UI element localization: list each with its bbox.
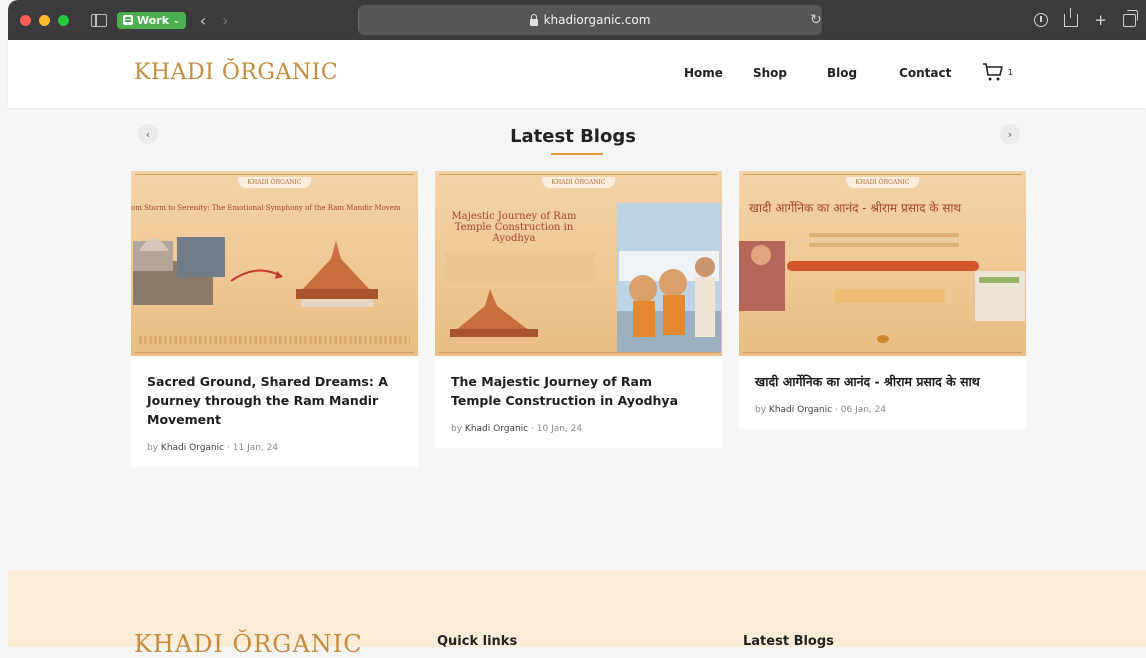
meta-date: 11 Jan, 24 xyxy=(232,443,279,453)
downloads-icon[interactable] xyxy=(1034,13,1049,27)
slider-next-button[interactable]: › xyxy=(1000,124,1020,144)
thumb-caption xyxy=(139,336,410,344)
cart-count-badge: 1 xyxy=(1008,68,1014,77)
blog-thumbnail[interactable]: KHADI ŎRGANIC om Storm to Serenity: The … xyxy=(131,171,418,356)
tab-overview-icon[interactable] xyxy=(1123,9,1138,27)
blog-card[interactable]: KHADI ŎRGANIC om Storm to Serenity: The … xyxy=(131,171,418,467)
meta-separator: · xyxy=(531,424,534,434)
minimize-window-button[interactable] xyxy=(39,14,50,26)
card-body: Sacred Ground, Shared Dreams: A Journey … xyxy=(131,356,418,467)
new-tab-icon[interactable]: + xyxy=(1094,11,1107,29)
meta-date: 06 Jan, 24 xyxy=(840,405,887,415)
main-nav: Home Shop Blog Contact xyxy=(684,66,951,80)
thumb-illustration xyxy=(133,237,378,307)
blog-card-title[interactable]: Sacred Ground, Shared Dreams: A Journey … xyxy=(147,372,402,429)
blog-card[interactable]: KHADI ŎRGANIC Majestic Journey of Ram Te… xyxy=(435,171,722,448)
meta-by: by xyxy=(755,405,767,415)
nav-shop[interactable]: Shop xyxy=(753,66,787,80)
blog-card-title[interactable]: The Majestic Journey of Ram Temple Const… xyxy=(451,372,706,410)
thumb-illustration xyxy=(445,203,721,353)
meta-by: by xyxy=(451,424,463,434)
card-body: खादी आर्गेनिक का आनंद - श्रीराम प्रसाद क… xyxy=(739,356,1026,429)
browser-toolbar: Work ⌄ ‹ › khadiorganic.com ↻ + xyxy=(8,0,1146,40)
thumb-illustration xyxy=(739,233,1025,343)
meta-author[interactable]: Khadi Organic xyxy=(465,424,528,434)
back-button[interactable]: ‹ xyxy=(200,11,206,30)
share-icon[interactable] xyxy=(1064,7,1079,27)
title-underline xyxy=(551,153,603,155)
thumb-border xyxy=(135,352,414,353)
meta-by: by xyxy=(147,443,159,453)
thumb-border xyxy=(439,352,718,353)
section-title: Latest Blogs xyxy=(510,126,636,147)
sidebar-toggle-icon[interactable] xyxy=(91,13,107,27)
tab-group-button[interactable]: Work ⌄ xyxy=(117,11,186,29)
card-body: The Majestic Journey of Ram Temple Const… xyxy=(435,356,722,448)
meta-date: 10 Jan, 24 xyxy=(536,424,583,434)
address-bar[interactable]: khadiorganic.com ↻ xyxy=(358,5,822,35)
nav-blog[interactable]: Blog xyxy=(827,66,857,80)
blog-thumbnail[interactable]: KHADI ŎRGANIC खादी आर्गेनिक का आनंद - श्… xyxy=(739,171,1026,356)
tab-group-icon xyxy=(123,15,133,25)
lock-icon xyxy=(529,13,538,26)
footer-logo[interactable]: KHADI ŎRGANIC xyxy=(134,630,363,658)
tab-group-label: Work xyxy=(137,13,170,27)
site-header: KHADI ŎRGANIC Home Shop Blog Contact 1 xyxy=(8,40,1146,108)
thumb-border xyxy=(743,352,1022,353)
nav-home[interactable]: Home xyxy=(684,66,723,80)
chevron-right-icon: › xyxy=(1007,127,1013,141)
meta-separator: · xyxy=(835,405,838,415)
meta-author[interactable]: Khadi Organic xyxy=(769,405,832,415)
site-footer: KHADI ŎRGANIC Quick links Latest Blogs xyxy=(8,570,1146,658)
blog-card-title[interactable]: खादी आर्गेनिक का आनंद - श्रीराम प्रसाद क… xyxy=(755,372,1010,391)
chevron-down-icon: ⌄ xyxy=(173,15,180,25)
window-controls xyxy=(20,14,69,26)
reload-icon[interactable]: ↻ xyxy=(810,12,822,28)
site-logo[interactable]: KHADI ŎRGANIC xyxy=(134,60,338,85)
toolbar-actions: + xyxy=(1034,0,1138,40)
zoom-window-button[interactable] xyxy=(58,14,69,26)
blog-thumbnail[interactable]: KHADI ŎRGANIC Majestic Journey of Ram Te… xyxy=(435,171,722,356)
blog-card-meta: by Khadi Organic · 11 Jan, 24 xyxy=(147,443,402,453)
cart-icon[interactable] xyxy=(982,62,1004,82)
url-text: khadiorganic.com xyxy=(543,13,651,27)
meta-separator: · xyxy=(227,443,230,453)
url-display[interactable]: khadiorganic.com xyxy=(529,13,651,27)
tab-divider xyxy=(358,11,359,29)
meta-author[interactable]: Khadi Organic xyxy=(161,443,224,453)
blog-card-meta: by Khadi Organic · 06 Jan, 24 xyxy=(755,405,1010,415)
blog-card[interactable]: KHADI ŎRGANIC खादी आर्गेनिक का आनंद - श्… xyxy=(739,171,1026,429)
close-window-button[interactable] xyxy=(20,14,31,26)
nav-contact[interactable]: Contact xyxy=(899,66,951,80)
forward-button[interactable]: › xyxy=(222,11,228,30)
blog-card-meta: by Khadi Organic · 10 Jan, 24 xyxy=(451,424,706,434)
